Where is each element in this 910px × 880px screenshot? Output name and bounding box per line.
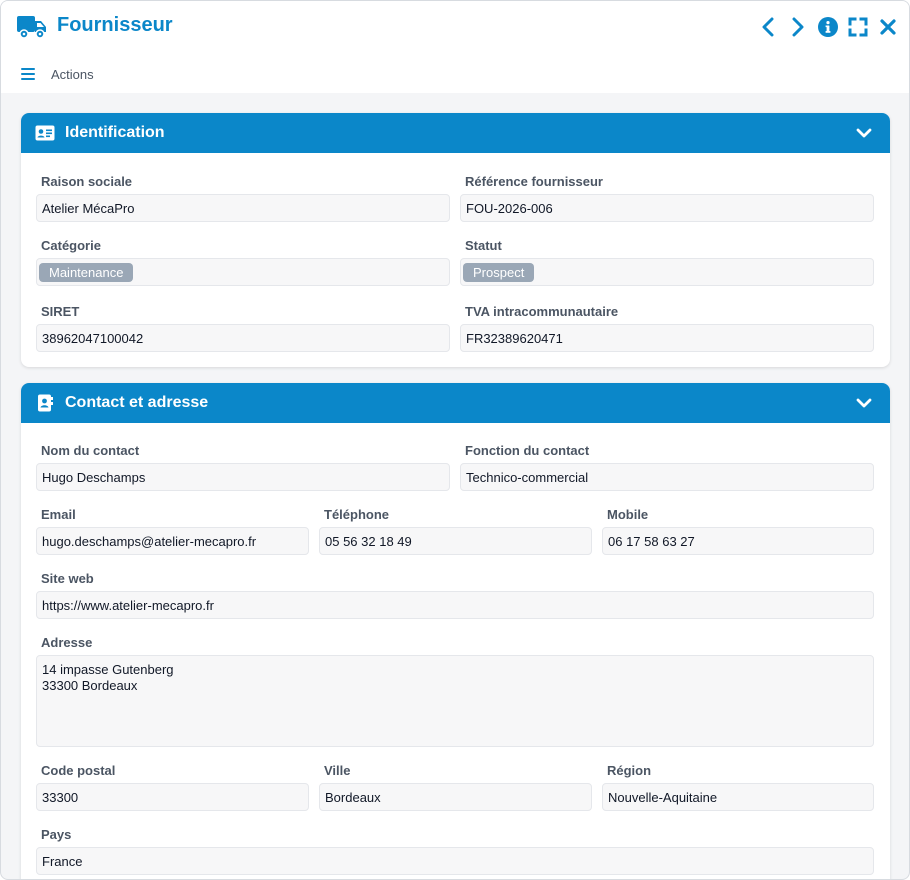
raison-sociale-field[interactable]: Atelier MécaPro — [36, 194, 450, 222]
identification-header[interactable]: Identification — [21, 113, 890, 153]
ville-label: Ville — [324, 763, 351, 778]
next-button[interactable] — [787, 15, 809, 39]
chevron-down-icon[interactable] — [856, 395, 872, 411]
contact-header[interactable]: Contact et adresse — [21, 383, 890, 423]
raison-sociale-label: Raison sociale — [41, 174, 133, 189]
email-label: Email — [41, 507, 76, 522]
form-content: Identification Raison sociale Atelier Mé… — [1, 93, 909, 879]
code-postal-field[interactable]: 33300 — [36, 783, 309, 811]
supplier-window: Fournisseur Actions Identification Raiso… — [0, 0, 910, 880]
hamburger-icon[interactable] — [21, 68, 35, 80]
contact-book-icon — [35, 394, 55, 412]
fonction-contact-label: Fonction du contact — [465, 443, 590, 458]
adresse-field[interactable]: 14 impasse Gutenberg 33300 Bordeaux — [36, 655, 874, 747]
info-icon — [818, 17, 838, 37]
statut-label: Statut — [465, 238, 502, 253]
actions-menu[interactable]: Actions — [51, 67, 94, 82]
siret-field[interactable]: 38962047100042 — [36, 324, 450, 352]
chevron-left-icon — [761, 17, 775, 37]
code-postal-label: Code postal — [41, 763, 116, 778]
adresse-label: Adresse — [41, 635, 93, 650]
nom-contact-label: Nom du contact — [41, 443, 140, 458]
chevron-down-icon[interactable] — [856, 125, 872, 141]
region-label: Région — [607, 763, 652, 778]
region-field[interactable]: Nouvelle-Aquitaine — [602, 783, 874, 811]
close-icon — [879, 18, 897, 36]
mobile-label: Mobile — [607, 507, 649, 522]
pays-field[interactable]: France — [36, 847, 874, 875]
site-web-field[interactable]: https://www.atelier-mecapro.fr — [36, 591, 874, 619]
pays-label: Pays — [41, 827, 72, 842]
toolbar: Actions — [1, 55, 909, 93]
expand-icon — [848, 17, 868, 37]
close-button[interactable] — [877, 15, 899, 39]
fullscreen-button[interactable] — [847, 15, 869, 39]
previous-button[interactable] — [757, 15, 779, 39]
email-field[interactable]: hugo.deschamps@atelier-mecapro.fr — [36, 527, 309, 555]
contact-title: Contact et adresse — [65, 394, 209, 411]
statut-tag[interactable]: Prospect — [463, 263, 535, 282]
contact-panel: Contact et adresse Nom du contact Hugo D… — [21, 383, 890, 879]
reference-field[interactable]: FOU-2026-006 — [460, 194, 874, 222]
categorie-tag[interactable]: Maintenance — [39, 263, 134, 282]
chevron-right-icon — [791, 17, 805, 37]
window-title: Fournisseur — [57, 14, 173, 36]
telephone-label: Téléphone — [324, 507, 390, 522]
nom-contact-field[interactable]: Hugo Deschamps — [36, 463, 450, 491]
identification-title: Identification — [65, 124, 165, 141]
mobile-field[interactable]: 06 17 58 63 27 — [602, 527, 874, 555]
ville-field[interactable]: Bordeaux — [319, 783, 592, 811]
title-actions — [757, 15, 899, 39]
categorie-label: Catégorie — [41, 238, 101, 253]
tva-field[interactable]: FR32389620471 — [460, 324, 874, 352]
truck-icon — [16, 13, 48, 41]
title-bar: Fournisseur — [1, 1, 909, 55]
tva-label: TVA intracommunautaire — [465, 304, 619, 319]
info-button[interactable] — [817, 15, 839, 39]
fonction-contact-field[interactable]: Technico-commercial — [460, 463, 874, 491]
identification-panel: Identification Raison sociale Atelier Mé… — [21, 113, 890, 367]
id-card-icon — [35, 124, 55, 142]
telephone-field[interactable]: 05 56 32 18 49 — [319, 527, 592, 555]
site-web-label: Site web — [41, 571, 94, 586]
siret-label: SIRET — [41, 304, 80, 319]
reference-label: Référence fournisseur — [465, 174, 603, 189]
